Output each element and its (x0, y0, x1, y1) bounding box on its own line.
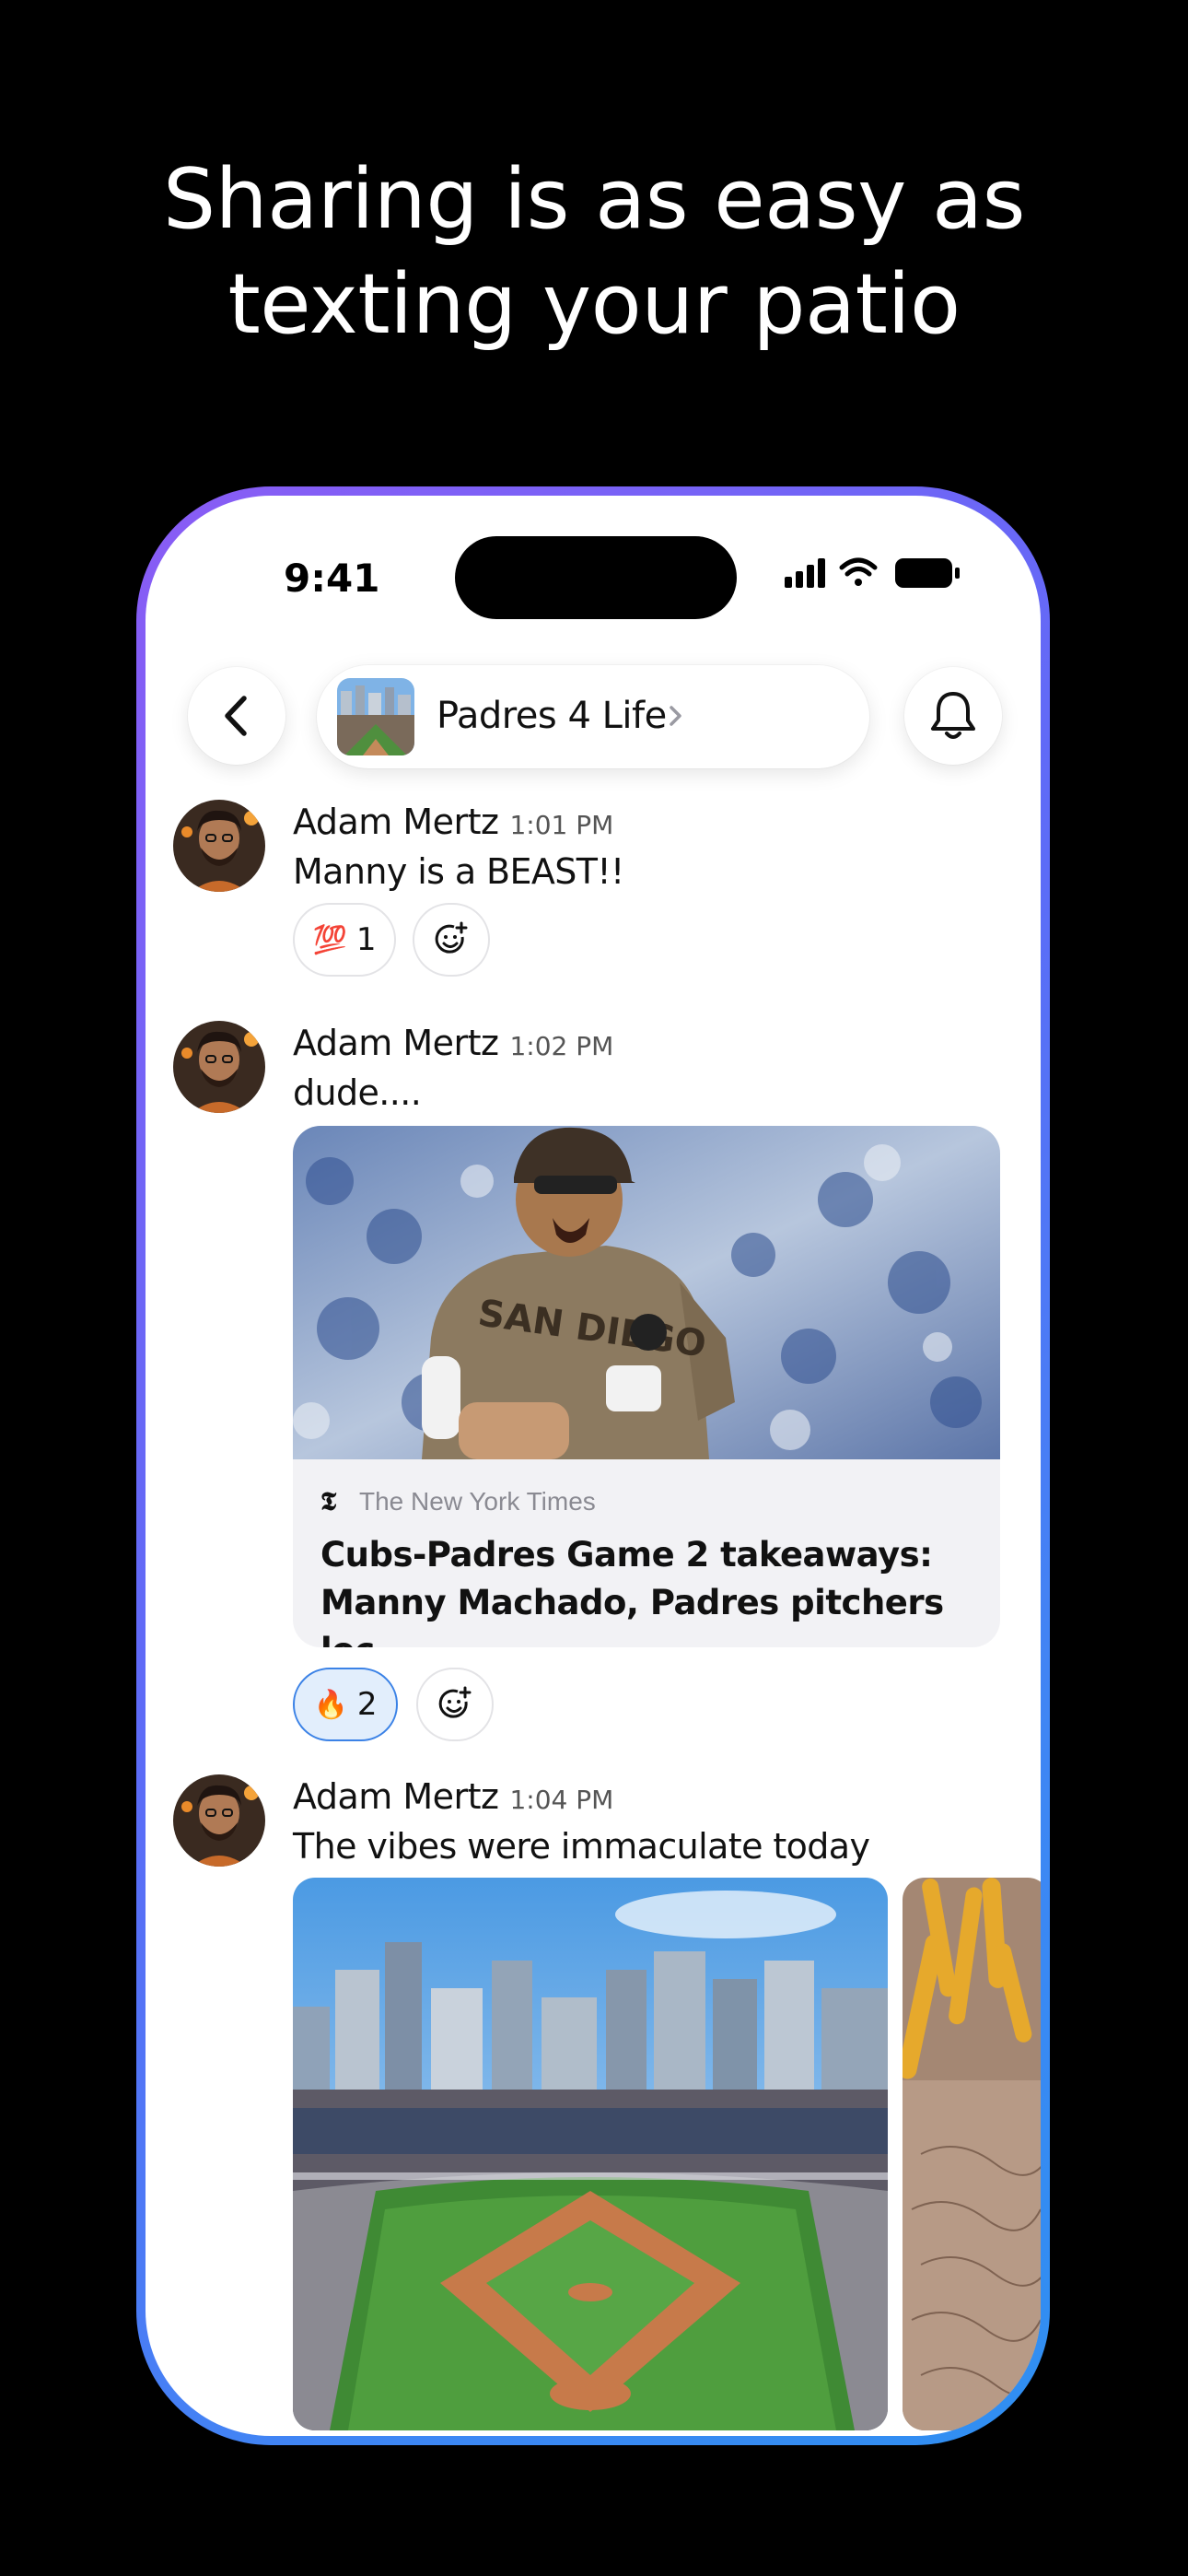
link-preview-card[interactable]: SAN DIEGO 𝕿 The New York Times Cubs-Padr… (293, 1126, 1000, 1647)
message-time: 1:01 PM (509, 810, 614, 840)
message-author-line: Adam Mertz 1:02 PM (293, 1023, 613, 1063)
nyt-logo-icon: 𝕿 (320, 1486, 337, 1516)
chat-header: Padres 4 Life (146, 652, 1041, 781)
reaction-emoji: 🔥 (313, 1688, 348, 1721)
bell-icon (931, 692, 975, 739)
signal-icon (785, 558, 825, 588)
battery-icon (895, 558, 960, 588)
chevron-right-icon (670, 706, 681, 726)
add-reaction-icon (438, 1686, 472, 1718)
status-time: 9:41 (284, 556, 380, 601)
back-chevron-icon (225, 696, 247, 736)
notifications-button[interactable] (904, 667, 1002, 765)
reaction-count: 2 (356, 1686, 378, 1723)
headline-line-1: Sharing is as easy as (162, 151, 1026, 248)
avatar (173, 1021, 265, 1113)
link-preview-image: SAN DIEGO (293, 1126, 1000, 1459)
group-name: Padres 4 Life (437, 695, 667, 737)
headline: Sharing is as easy as texting your patio (0, 147, 1188, 357)
reaction-chip[interactable]: 💯 1 (293, 903, 396, 977)
group-thumbnail (337, 678, 414, 755)
author-name: Adam Mertz (293, 802, 499, 842)
group-title-button[interactable]: Padres 4 Life (317, 665, 869, 768)
author-name: Adam Mertz (293, 1023, 499, 1063)
message-author-line: Adam Mertz 1:04 PM (293, 1776, 613, 1817)
link-title-line-1: Cubs-Padres Game 2 takeaways: (320, 1535, 933, 1575)
message-time: 1:04 PM (509, 1785, 614, 1815)
avatar (173, 1774, 265, 1867)
reaction-emoji: 💯 (312, 923, 347, 956)
reaction-count: 1 (355, 921, 377, 958)
wifi-icon (839, 557, 878, 586)
add-reaction-button[interactable] (416, 1668, 494, 1741)
phone-frame: 9:41 Padres 4 Life Adam Mertz 1:01 PM Ma… (136, 486, 1050, 2445)
message-time: 1:02 PM (509, 1031, 614, 1061)
stadium-photo[interactable] (293, 1878, 888, 2430)
phone-screen: 9:41 Padres 4 Life Adam Mertz 1:01 PM Ma… (146, 496, 1041, 2436)
link-source-name: The New York Times (359, 1487, 596, 1516)
link-source: 𝕿 The New York Times (320, 1487, 596, 1516)
avatar (173, 800, 265, 892)
message-text: The vibes were immaculate today (293, 1826, 870, 1867)
message-author-line: Adam Mertz 1:01 PM (293, 802, 613, 842)
dynamic-island (455, 536, 737, 619)
add-reaction-button[interactable] (413, 903, 490, 977)
back-button[interactable] (188, 667, 285, 765)
add-reaction-icon (435, 921, 468, 954)
status-icons (785, 557, 960, 588)
message-text: Manny is a BEAST!! (293, 851, 624, 892)
link-title: Cubs-Padres Game 2 takeaways: Manny Mach… (320, 1531, 984, 1647)
reaction-chip[interactable]: 🔥 2 (293, 1668, 398, 1741)
author-name: Adam Mertz (293, 1776, 499, 1817)
message-text: dude.... (293, 1072, 422, 1113)
headline-line-2: texting your patio (227, 256, 961, 353)
food-photo[interactable] (903, 1878, 1041, 2430)
link-title-line-2: Manny Machado, Padres pitchers loc.... (320, 1583, 944, 1647)
